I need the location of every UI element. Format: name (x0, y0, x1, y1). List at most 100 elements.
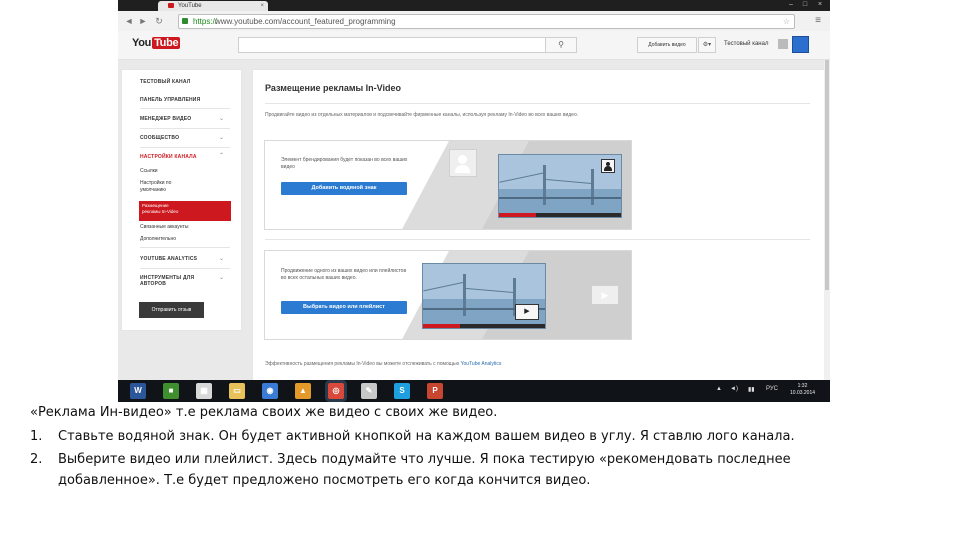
sidebar-divider (140, 147, 230, 148)
sidebar-item-community[interactable]: СООБЩЕСТВО (140, 135, 179, 141)
sidebar-subitem-defaults[interactable]: Настройки по (140, 180, 171, 186)
caption-line-1: «Реклама Ин-видео» т.е реклама своих же … (30, 405, 498, 420)
sidebar-item-channel[interactable]: ТЕСТОВЫЙ КАНАЛ (140, 79, 190, 85)
browser-screenshot: YouTube × – □ × ◄ ► ↻ https:// www.youtu… (118, 0, 830, 402)
youtube-analytics-link[interactable]: YouTube Analytics (461, 361, 502, 367)
tab-youtube[interactable]: YouTube × (158, 1, 268, 11)
choose-video-button[interactable]: Выбрать видео или плейлист (281, 301, 407, 314)
tray-up-icon[interactable]: ▲ (716, 386, 722, 392)
sidebar-subitem-advanced[interactable]: Дополнительно (140, 236, 176, 242)
featured-video-text: Продвижение одного из ваших видео или пл… (281, 268, 407, 281)
lock-icon (182, 18, 188, 24)
send-feedback-button[interactable]: Отправить отзыв (139, 302, 204, 318)
reload-icon[interactable]: ↻ (154, 15, 164, 27)
bookmark-star-icon[interactable]: ☆ (783, 15, 790, 28)
windows-taskbar: W ■ ▦ ▭ ◉ ▲ ◎ ✎ S P ▲ ◄) ▮▮ РУС 1:32 10.03.2014 (118, 380, 830, 402)
ghost-play-icon: ▶ (591, 285, 619, 305)
sidebar-divider (140, 128, 230, 129)
clock-date: 10.03.2014 (790, 390, 816, 396)
chevron-down-icon[interactable]: ⌄ (219, 255, 224, 262)
caption-item-2-text: Выберите видео или плейлист. Здесь подум… (58, 452, 791, 467)
sidebar-item-analytics[interactable]: YOUTUBE ANALYTICS (140, 256, 197, 262)
caption-item-2: 2. Выберите видео или плейлист. Здесь под… (30, 451, 791, 468)
skype-icon[interactable]: S (394, 383, 410, 399)
minimize-button[interactable]: – (786, 1, 796, 9)
title-divider (265, 103, 810, 104)
add-watermark-button[interactable]: Добавить водяной знак (281, 182, 407, 195)
tab-bar: YouTube × – □ × (118, 0, 830, 11)
section-divider (265, 239, 810, 240)
search-input[interactable] (238, 37, 546, 53)
network-icon[interactable]: ▮▮ (748, 386, 755, 393)
tab-title: YouTube (178, 3, 202, 9)
taskbar-clock[interactable]: 1:32 10.03.2014 (790, 383, 815, 397)
featured-play-icon: ▶ (515, 304, 539, 320)
active-line-2: рекламы In-Video (142, 209, 179, 214)
upload-button[interactable]: Добавить видео (637, 37, 697, 53)
page-title: Размещение рекламы In-Video (265, 83, 402, 93)
sidebar-item-video-manager[interactable]: МЕНЕДЖЕР ВИДЕО (140, 116, 191, 122)
scrollbar[interactable] (824, 60, 830, 380)
volume-icon[interactable]: ◄) (730, 386, 738, 392)
powerpoint-icon[interactable]: P (427, 383, 443, 399)
page-description: Продвигайте видео из отдельных материало… (265, 112, 579, 118)
chrome-icon[interactable]: ◎ (328, 383, 344, 399)
caption-item-2-number: 2. (30, 452, 43, 467)
chevron-down-icon[interactable]: ⌄ (219, 134, 224, 141)
wrench-menu-icon[interactable]: ≡ (812, 15, 824, 27)
tab-close-icon[interactable]: × (260, 1, 264, 11)
logo-you: You (132, 37, 152, 49)
sidebar-item-dashboard[interactable]: ПАНЕЛЬ УПРАВЛЕНИЯ (140, 97, 200, 103)
forward-icon[interactable]: ► (138, 15, 148, 27)
scrollbar-thumb[interactable] (825, 60, 829, 290)
chevron-down-icon[interactable]: ⌄ (219, 274, 224, 281)
address-bar[interactable]: https:// www.youtube.com/account_feature… (178, 14, 795, 29)
sidebar-item-channel-settings[interactable]: НАСТРОЙКИ КАНАЛА (140, 154, 197, 160)
pen-tool-icon[interactable]: ✎ (361, 383, 377, 399)
search-button[interactable]: ⚲ (545, 37, 577, 53)
chevron-down-icon[interactable]: ⌄ (219, 115, 224, 122)
featured-video-card: Продвижение одного из ваших видео или пл… (264, 250, 632, 340)
footer-text: Эффективность размещения рекламы In-Vide… (265, 361, 460, 367)
warning-icon[interactable]: ▲ (295, 383, 311, 399)
video-preview (498, 154, 622, 218)
sidebar-divider (140, 247, 230, 248)
app-green-icon[interactable]: ■ (163, 383, 179, 399)
clock-time: 1:32 (797, 383, 808, 389)
url-path: www.youtube.com/account_featured_program… (215, 17, 396, 26)
footer-note: Эффективность размещения рекламы In-Vide… (265, 361, 501, 367)
watermark-text: Элемент брендирования будет показан во в… (281, 157, 408, 170)
caption-item-1-text: Ставьте водяной знак. Он будет активной … (58, 429, 795, 444)
sidebar-subitem-links[interactable]: Ссылки (140, 168, 158, 174)
youtube-header: You Tube ⚲ Добавить видео ⚙▾ Тестовый кан… (118, 31, 830, 60)
main-panel: Размещение рекламы In-Video Продвигайте … (252, 69, 830, 402)
chevron-up-icon[interactable]: ⌃ (219, 152, 224, 159)
sidebar-divider (140, 108, 230, 109)
folder-icon[interactable]: ▭ (229, 383, 245, 399)
maximize-button[interactable]: □ (800, 1, 810, 9)
notifications-icon[interactable] (778, 39, 788, 49)
sidebar-subitem-defaults-cont: умолчанию (140, 187, 167, 193)
sidebar-divider (140, 268, 230, 269)
close-window-button[interactable]: × (815, 1, 825, 9)
sidebar-item-creator-tools-cont: АВТОРОВ (140, 281, 167, 287)
upload-menu-button[interactable]: ⚙▾ (698, 37, 716, 53)
sidebar-item-invideo-active[interactable]: Размещение рекламы In-Video (139, 201, 231, 221)
back-icon[interactable]: ◄ (124, 15, 134, 27)
caption-item-1: 1. Ставьте водяной знак. Он будет активно… (30, 428, 795, 445)
globe-icon[interactable]: ◉ (262, 383, 278, 399)
grid-app-icon[interactable]: ▦ (196, 383, 212, 399)
channel-name[interactable]: Тестовый канал (724, 37, 768, 51)
caption-item-2-text-cont: добавленное». Т.е будет предложено посмо… (58, 473, 591, 488)
language-indicator[interactable]: РУС (766, 386, 778, 392)
sidebar: ТЕСТОВЫЙ КАНАЛ ПАНЕЛЬ УПРАВЛЕНИЯ МЕНЕДЖЕ… (121, 69, 242, 331)
avatar[interactable] (792, 36, 809, 53)
watermark-user-icon (601, 159, 615, 173)
ghost-user-icon (449, 149, 477, 177)
logo-tube: Tube (152, 37, 181, 49)
video-preview: ▶ (422, 263, 546, 329)
sidebar-subitem-linked-accounts[interactable]: Связанные аккаунты (140, 224, 188, 230)
gear-icon: ⚙▾ (702, 42, 712, 48)
youtube-logo[interactable]: You Tube (132, 37, 181, 49)
word-icon[interactable]: W (130, 383, 146, 399)
